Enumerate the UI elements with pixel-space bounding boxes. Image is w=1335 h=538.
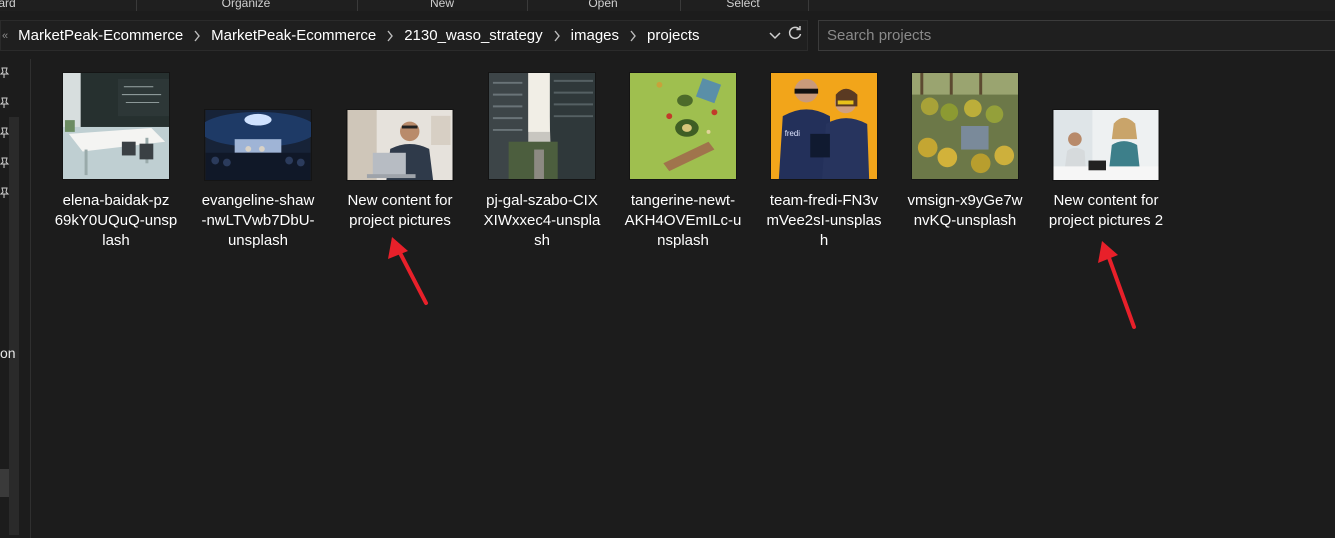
file-name: team-fredi-FN3v mVee2sI-unsplas h [766, 192, 882, 249]
file-item[interactable]: New content for project pictures [338, 69, 462, 259]
breadcrumb-item-current[interactable]: projects [645, 27, 702, 44]
pin-icon[interactable] [0, 127, 10, 139]
nav-scrollbar[interactable] [9, 117, 19, 535]
file-name: pj-gal-szabo-CIX XIWxxec4-unspla sh [483, 192, 601, 249]
file-item[interactable]: tangerine-newt- AKH4OVEmILc-u nsplash [621, 69, 745, 259]
navigation-pane: on [0, 59, 31, 538]
thumbnail-image [62, 72, 170, 180]
file-name: elena-baidak-pz 69kY0UQuQ-unsp lash [54, 192, 178, 249]
file-name: evangeline-shaw -nwLTVwb7DbU-unsplash [201, 192, 315, 249]
thumbnail-image [1052, 109, 1160, 181]
file-name: New content for project pictures [347, 192, 453, 229]
chevron-left-double-icon[interactable]: « [2, 30, 8, 42]
svg-text:fredi: fredi [785, 129, 801, 138]
address-tools [769, 25, 803, 46]
thumbnail-image [488, 72, 596, 180]
pin-icon[interactable] [0, 97, 10, 109]
breadcrumb-item[interactable]: MarketPeak-Ecommerce [209, 27, 378, 44]
ribbon-group-select: Select [726, 0, 760, 10]
thumbnail-image [346, 109, 454, 181]
refresh-icon[interactable] [787, 25, 803, 46]
pin-icon[interactable] [0, 187, 10, 199]
thumbnail [480, 69, 604, 185]
file-item[interactable]: fredi team-fredi-FN3v mVee2sI-unsplas h [762, 69, 886, 259]
nav-selected-item[interactable] [0, 469, 9, 497]
thumbnail [1044, 69, 1168, 185]
ribbon-group-labels: ard Organize New Open Select [0, 0, 1335, 11]
thumbnail [338, 69, 462, 185]
file-list: elena-baidak-pz 69kY0UQuQ-unsp lash evange… [32, 59, 1335, 538]
chevron-right-icon[interactable] [378, 30, 402, 42]
thumbnail-image: fredi [770, 72, 878, 180]
search-input[interactable] [819, 21, 1335, 50]
file-item[interactable]: pj-gal-szabo-CIX XIWxxec4-unspla sh [480, 69, 604, 259]
chevron-right-icon[interactable] [621, 30, 645, 42]
file-item[interactable]: evangeline-shaw -nwLTVwb7DbU-unsplash [196, 69, 320, 259]
breadcrumb: « MarketPeak-Ecommerce MarketPeak-Ecomme… [1, 21, 702, 50]
ribbon-divider [808, 0, 809, 11]
pin-icon[interactable] [0, 157, 10, 169]
file-name: New content for project pictures 2 [1048, 192, 1164, 229]
address-row: « MarketPeak-Ecommerce MarketPeak-Ecomme… [0, 11, 1335, 59]
file-item[interactable]: vmsign-x9yGe7w nvKQ-unsplash [903, 69, 1027, 259]
chevron-right-icon[interactable] [545, 30, 569, 42]
file-item[interactable]: New content for project pictures 2 [1044, 69, 1168, 259]
thumbnail [196, 69, 320, 185]
ribbon-group-new: New [429, 0, 454, 10]
pin-icon[interactable] [0, 67, 10, 79]
thumbnail-image [911, 72, 1019, 180]
chevron-down-icon[interactable] [769, 27, 781, 45]
breadcrumb-item[interactable]: 2130_waso_strategy [402, 27, 544, 44]
address-bar[interactable]: « MarketPeak-Ecommerce MarketPeak-Ecomme… [0, 20, 808, 51]
thumbnail-image [629, 72, 737, 180]
thumbnail [621, 69, 745, 185]
annotation-arrow [388, 237, 428, 305]
ribbon-group-clipboard: ard [0, 0, 16, 10]
search-box[interactable] [818, 20, 1335, 51]
file-name: tangerine-newt- AKH4OVEmILc-u nsplash [624, 192, 742, 249]
breadcrumb-item[interactable]: images [569, 27, 621, 44]
file-name: vmsign-x9yGe7w nvKQ-unsplash [907, 192, 1023, 229]
annotation-arrow [1098, 241, 1136, 329]
chevron-right-icon[interactable] [185, 30, 209, 42]
ribbon-group-organize: Organize [221, 0, 271, 10]
thumbnail [54, 69, 178, 185]
thumbnail: fredi [762, 69, 886, 185]
ribbon-group-open: Open [588, 0, 618, 10]
breadcrumb-item[interactable]: MarketPeak-Ecommerce [16, 27, 185, 44]
thumbnail-image [204, 109, 312, 181]
file-item[interactable]: elena-baidak-pz 69kY0UQuQ-unsp lash [54, 69, 178, 259]
thumbnail [903, 69, 1027, 185]
nav-item-label[interactable]: on [0, 345, 16, 361]
